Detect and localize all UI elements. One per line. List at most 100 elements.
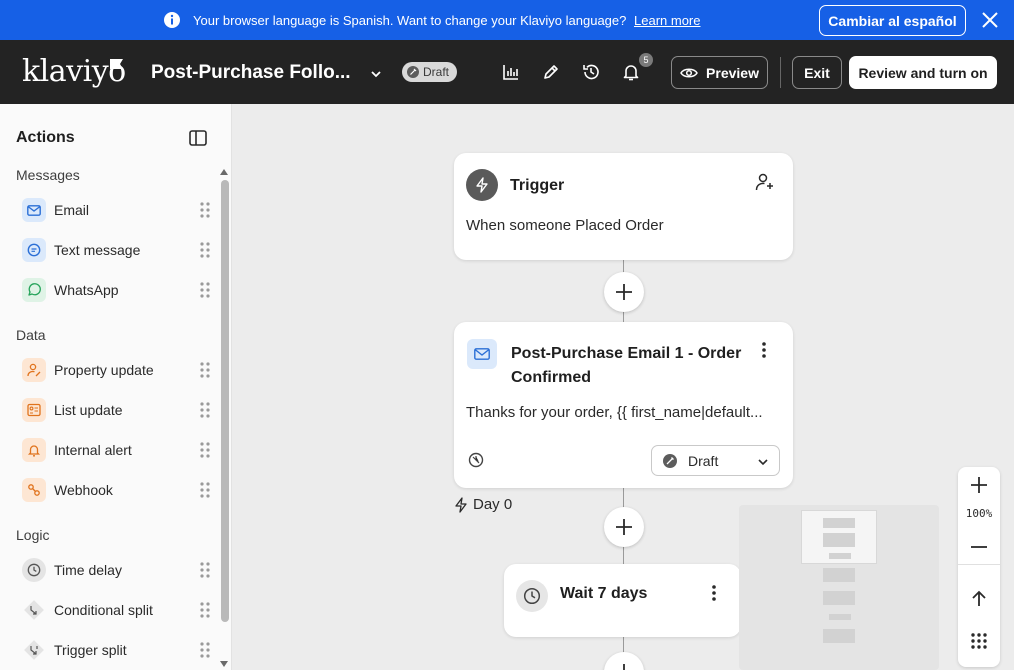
switch-language-button[interactable]: Cambiar al español	[819, 5, 966, 36]
minimap-node	[823, 533, 855, 547]
sidebar-title: Actions	[16, 129, 75, 146]
chevron-down-icon[interactable]	[369, 67, 383, 81]
arrow-up-icon	[972, 590, 986, 606]
sidebar-item-internal-alert[interactable]: Internal alert	[22, 436, 214, 464]
minimap-node	[823, 568, 855, 582]
exit-button[interactable]: Exit	[792, 56, 842, 89]
add-step-button[interactable]	[604, 507, 644, 547]
delay-title: Wait 7 days	[560, 585, 648, 602]
sidebar-item-label: Conditional split	[54, 602, 153, 618]
sidebar-item-conditional-split[interactable]: Conditional split	[22, 596, 214, 624]
sidebar-item-label: Text message	[54, 242, 141, 258]
sidebar-item-webhook[interactable]: Webhook	[22, 476, 214, 504]
close-icon[interactable]	[980, 10, 1000, 30]
minimap-toggle-button[interactable]	[958, 623, 1000, 659]
preview-button[interactable]: Preview	[671, 56, 768, 89]
plus-icon	[616, 284, 632, 300]
flow-canvas[interactable]: Trigger When someone Placed Order Post-P…	[233, 104, 1014, 670]
more-options-icon[interactable]	[761, 341, 767, 359]
info-icon	[164, 12, 180, 28]
day-label-text: Day 0	[473, 496, 513, 513]
eye-icon	[680, 68, 698, 77]
drag-handle-icon[interactable]	[200, 642, 210, 658]
list-card-icon	[22, 398, 46, 422]
lightning-icon	[455, 496, 467, 513]
sms-icon	[22, 238, 46, 262]
logo-flag-icon	[110, 59, 123, 69]
more-options-icon[interactable]	[711, 584, 717, 602]
minimap-node	[823, 518, 855, 528]
minimap-node	[823, 591, 855, 605]
webhook-icon	[22, 478, 46, 502]
minimap-node	[829, 614, 851, 620]
drag-handle-icon[interactable]	[200, 562, 210, 578]
drag-handle-icon[interactable]	[200, 402, 210, 418]
edit-icon[interactable]	[541, 62, 561, 82]
sidebar-item-label: Email	[54, 202, 90, 218]
email-icon	[22, 198, 46, 222]
email-title-line: Post-Purchase Email 1 - Order	[511, 345, 742, 362]
sidebar-item-time-delay[interactable]: Time delay	[22, 556, 214, 584]
header-divider	[780, 57, 781, 88]
drag-handle-icon[interactable]	[200, 482, 210, 498]
learn-more-link[interactable]: Learn more	[634, 13, 700, 28]
sidebar-item-whatsapp[interactable]: WhatsApp	[22, 276, 214, 304]
chevron-down-icon	[758, 459, 768, 466]
sidebar-item-text-message[interactable]: Text message	[22, 236, 214, 264]
review-and-turn-on-button[interactable]: Review and turn on	[849, 56, 997, 89]
banner-text: Your browser language is Spanish. Want t…	[193, 13, 627, 28]
drag-handle-icon[interactable]	[200, 282, 210, 298]
bell-icon[interactable]	[621, 62, 641, 82]
preview-label: Preview	[706, 64, 759, 81]
connector-line	[623, 546, 624, 564]
scrollbar-thumb[interactable]	[221, 180, 229, 622]
trigger-title: Trigger	[510, 177, 565, 194]
smart-sending-icon[interactable]	[468, 452, 484, 468]
zoom-level: 100%	[965, 507, 993, 520]
status-label: Draft	[423, 65, 450, 79]
minimap[interactable]	[739, 505, 939, 670]
history-icon[interactable]	[581, 62, 601, 82]
sidebar-item-list-update[interactable]: List update	[22, 396, 214, 424]
pencil-icon	[663, 453, 677, 468]
sidebar-item-label: WhatsApp	[54, 282, 119, 298]
sidebar-item-label: List update	[54, 402, 123, 418]
sidebar-item-trigger-split[interactable]: Trigger split	[22, 636, 214, 664]
notification-count: 5	[639, 53, 653, 67]
email-card[interactable]: Post-Purchase Email 1 - Order Confirmed …	[454, 322, 793, 488]
time-delay-card[interactable]: Wait 7 days	[504, 564, 741, 637]
drag-handle-icon[interactable]	[200, 202, 210, 218]
zoom-in-button[interactable]	[958, 467, 1000, 503]
minus-icon	[971, 546, 987, 548]
drag-handle-icon[interactable]	[200, 362, 210, 378]
drag-handle-icon[interactable]	[200, 602, 210, 618]
add-person-icon[interactable]	[755, 172, 775, 192]
add-step-button[interactable]	[604, 652, 644, 670]
section-logic: Logic	[16, 527, 50, 543]
language-banner: Your browser language is Spanish. Want t…	[0, 0, 1014, 40]
minimap-node	[829, 553, 851, 559]
app-header: klaviyo Post-Purchase Follo... Draft 5 P…	[0, 40, 1014, 104]
trigger-card[interactable]: Trigger When someone Placed Order	[454, 153, 793, 260]
sidebar-item-property-update[interactable]: Property update	[22, 356, 214, 384]
analytics-icon[interactable]	[501, 62, 521, 82]
grid-dots-icon	[971, 633, 987, 649]
zoom-divider	[958, 564, 1000, 565]
sidebar-collapse-icon[interactable]	[189, 130, 207, 146]
split-icon	[22, 598, 46, 622]
email-icon	[467, 339, 497, 369]
drag-handle-icon[interactable]	[200, 442, 210, 458]
drag-handle-icon[interactable]	[200, 242, 210, 258]
add-step-button[interactable]	[604, 272, 644, 312]
status-select[interactable]: Draft	[651, 445, 780, 476]
trigger-description: When someone Placed Order	[466, 217, 664, 234]
scroll-to-top-button[interactable]	[958, 581, 1000, 617]
actions-sidebar: Actions Messages Email Text message What…	[0, 104, 232, 670]
plus-icon	[971, 477, 987, 493]
zoom-out-button[interactable]	[958, 529, 1000, 565]
sidebar-item-label: Internal alert	[54, 442, 132, 458]
email-preview-text: Thanks for your order, {{ first_name|def…	[466, 404, 763, 421]
flow-title[interactable]: Post-Purchase Follo...	[151, 62, 351, 84]
whatsapp-icon	[22, 278, 46, 302]
sidebar-item-email[interactable]: Email	[22, 196, 214, 224]
